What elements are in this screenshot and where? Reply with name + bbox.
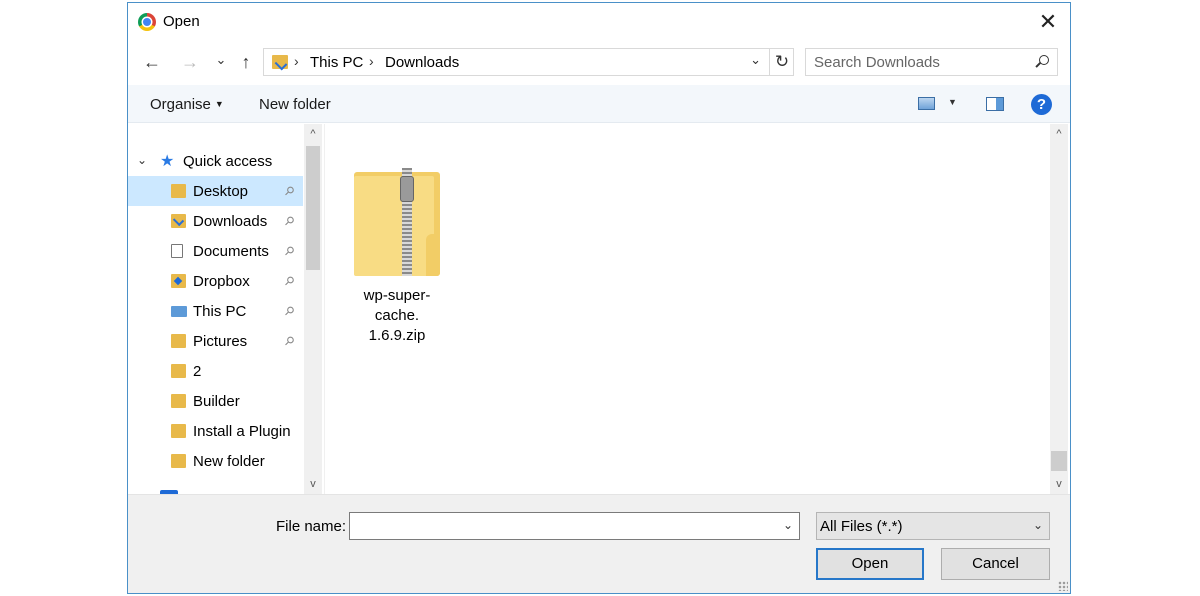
expand-chevron-icon[interactable]: ⌄ [137,153,147,167]
sidebar-item-documents[interactable]: Documents ⚲ [128,236,303,266]
this-pc-icon [171,306,187,317]
sidebar-item-label: Builder [193,393,240,410]
file-type-value: All Files (*.*) [820,518,903,535]
star-icon: ★ [160,153,175,170]
search-input[interactable] [814,53,1024,71]
pin-icon[interactable]: ⚲ [281,183,297,199]
downloads-folder-icon [171,214,186,228]
back-button[interactable]: ← [140,49,164,75]
sidebar-item-label: Downloads [193,213,268,230]
navigation-bar: ← → ⌄ ↑ › This PC › Downloads ⌄ ↻ [128,43,1070,83]
folder-icon [171,364,186,378]
sidebar-item-2[interactable]: 2 [128,356,303,386]
pictures-folder-icon [171,334,186,348]
documents-icon [171,244,183,258]
organise-label: Organise [150,96,211,113]
up-button[interactable]: ↑ [234,49,258,75]
file-list-area: wp-super-cache. 1.6.9.zip [324,124,1049,494]
sidebar-item-desktop[interactable]: Desktop ⚲ [128,176,303,206]
command-toolbar: Organise ▼ New folder ▼ ? [128,85,1070,123]
navigation-pane-scrollbar[interactable]: ^ v [304,124,322,494]
breadcrumb-this-pc[interactable]: This PC [310,54,363,71]
breadcrumb-separator: › [369,53,374,69]
sidebar-item-label: Quick access [183,153,273,170]
sidebar-item-label: Desktop [193,183,249,200]
address-dropdown-icon[interactable]: ⌄ [750,52,761,68]
chrome-icon [138,13,156,31]
address-bar[interactable]: › This PC › Downloads ⌄ [263,48,794,76]
sidebar-item-label: This PC [193,303,247,320]
file-list-scrollbar[interactable]: ^ v [1050,124,1068,494]
sidebar-item-dropbox[interactable]: Dropbox ⚲ [128,266,303,296]
close-button[interactable]: ✕ [1026,3,1070,41]
navigation-pane: ⌄ ★ Quick access Desktop ⚲ Downloads ⚲ Docum… [128,124,324,494]
recent-locations-button[interactable]: ⌄ [209,47,233,73]
open-button[interactable]: Open [816,548,924,580]
sidebar-item-install-a-plugin[interactable]: Install a Plugin [128,416,303,446]
scroll-down-icon[interactable]: v [304,474,322,494]
scroll-down-icon[interactable]: v [1050,474,1068,494]
caret-down-icon: ▼ [214,99,224,109]
cancel-button[interactable]: Cancel [941,548,1050,580]
sidebar-item-quick-access[interactable]: ⌄ ★ Quick access [128,146,303,176]
open-file-dialog: Open ✕ ← → ⌄ ↑ › This PC › Downloads ⌄ ↻… [127,2,1071,594]
sidebar-item-label: Documents [193,243,269,260]
sidebar-item-pictures[interactable]: Pictures ⚲ [128,326,303,356]
view-options-caret-icon[interactable]: ▼ [948,97,957,107]
sidebar-item-downloads[interactable]: Downloads ⚲ [128,206,303,236]
new-folder-button[interactable]: New folder [259,96,331,113]
desktop-folder-icon [171,184,186,198]
sidebar-item-label: Install a Plugin [193,423,291,440]
file-item-zip[interactable]: wp-super-cache. 1.6.9.zip [349,168,445,346]
file-name-combobox[interactable]: ⌄ [349,512,800,540]
sidebar-item-new-folder[interactable]: New folder [128,446,303,476]
dialog-footer: File name: ⌄ All Files (*.*) ⌄ Open Canc… [128,494,1070,593]
sidebar-item-label: 2 [193,363,202,380]
dialog-title: Open [163,13,200,30]
organise-menu[interactable]: Organise ▼ [150,96,224,113]
help-icon[interactable]: ? [1031,94,1052,115]
file-name-label: wp-super-cache. 1.6.9.zip [363,287,431,344]
scroll-up-icon[interactable]: ^ [304,124,322,144]
search-box[interactable] [805,48,1058,76]
refresh-button[interactable]: ↻ [769,49,794,75]
folder-icon [171,394,186,408]
scrollbar-thumb[interactable] [1051,451,1067,471]
chevron-down-icon[interactable]: ⌄ [783,518,793,532]
chevron-down-icon[interactable]: ⌄ [1033,518,1043,532]
scrollbar-thumb[interactable] [306,146,320,270]
pin-icon[interactable]: ⚲ [281,243,297,259]
sidebar-item-label: Dropbox [193,273,250,290]
sidebar-item-label: New folder [193,453,265,470]
pin-icon[interactable]: ⚲ [281,273,297,289]
pin-icon[interactable]: ⚲ [281,303,297,319]
scroll-up-icon[interactable]: ^ [1050,124,1068,144]
pin-icon[interactable]: ⚲ [281,213,297,229]
title-bar: Open ✕ [128,3,1070,41]
preview-pane-icon[interactable] [986,97,1004,111]
change-view-icon[interactable] [918,97,935,110]
sidebar-item-builder[interactable]: Builder [128,386,303,416]
folder-icon [171,454,186,468]
dropbox-folder-icon [171,274,186,288]
search-icon[interactable] [1039,55,1049,65]
file-name-input[interactable] [354,517,774,535]
pin-icon[interactable]: ⚲ [281,333,297,349]
file-type-select[interactable]: All Files (*.*) ⌄ [816,512,1050,540]
folder-icon [171,424,186,438]
forward-button[interactable]: → [178,49,202,75]
breadcrumb-downloads[interactable]: Downloads [385,54,459,71]
resize-grip-icon[interactable] [1058,581,1068,591]
sidebar-item-this-pc[interactable]: This PC ⚲ [128,296,303,326]
file-name-label: File name: [276,518,347,535]
sidebar-item-label: Pictures [193,333,248,350]
breadcrumb-separator: › [294,53,299,69]
zip-folder-icon [354,168,440,276]
downloads-folder-icon [272,55,288,69]
